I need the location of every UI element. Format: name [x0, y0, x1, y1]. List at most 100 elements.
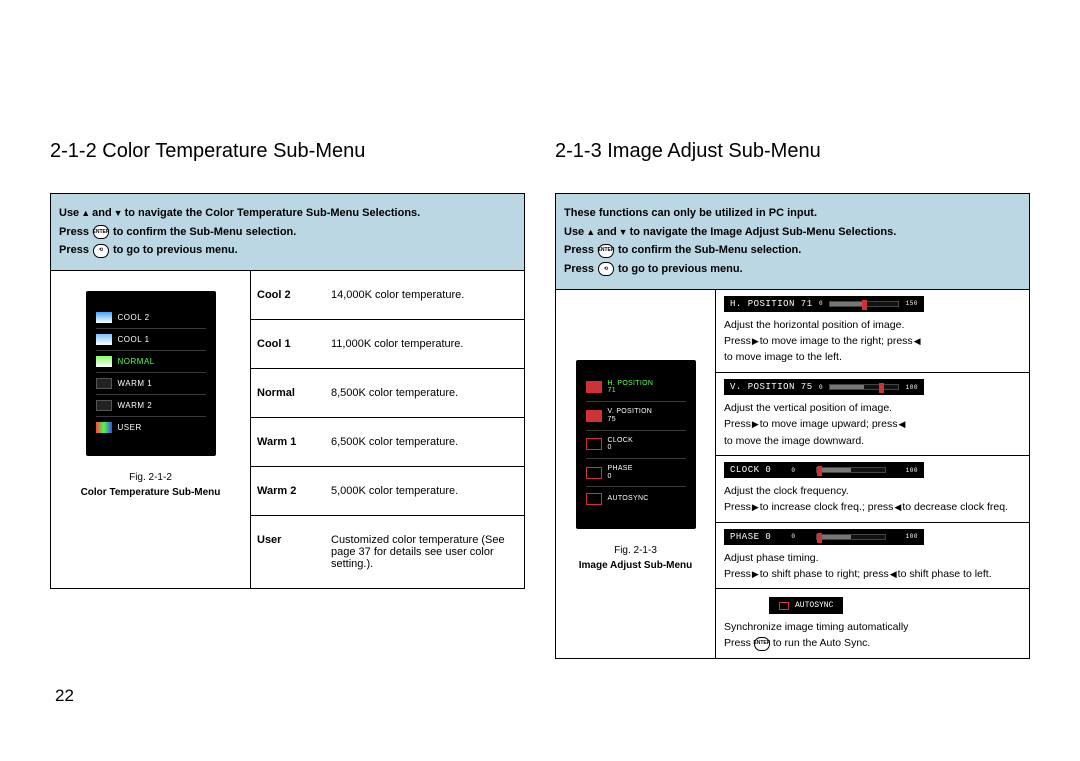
row-desc: 14,000K color temperature.	[329, 271, 524, 319]
heading-color-temp: 2-1-2 Color Temperature Sub-Menu	[50, 140, 525, 163]
detail-text: Synchronize image timing automatically	[724, 620, 1021, 636]
osd-label: PHASE	[608, 465, 633, 473]
table-row: Cool 214,000K color temperature.	[251, 271, 524, 320]
detail-text: to move image to the left.	[724, 350, 842, 366]
right-arrow-icon	[752, 567, 759, 583]
enter-button-icon: ENTER	[598, 244, 614, 258]
detail-text: Adjust the clock frequency.	[724, 484, 1021, 500]
instr-text: to confirm the Sub-Menu selection.	[113, 223, 296, 242]
heading-image-adjust: 2-1-3 Image Adjust Sub-Menu	[555, 140, 1030, 163]
osd-value: 75	[608, 416, 653, 424]
color-swatch-icon	[96, 334, 112, 345]
bar-min: 0	[791, 467, 795, 474]
row-label: Cool 2	[251, 271, 329, 319]
osd-value: 0	[608, 473, 633, 481]
detail-text: to move image upward; press	[760, 417, 898, 433]
instr-text: Use	[564, 223, 584, 242]
bar-label: V. POSITION 75	[730, 382, 813, 392]
left-arrow-icon	[899, 417, 906, 433]
row-label: Warm 1	[251, 418, 329, 466]
osd-value: 0	[608, 444, 634, 452]
color-swatch-icon	[96, 312, 112, 323]
osd-item-autosync: AUTOSYNC	[586, 487, 686, 511]
detail-text: to move image to the right; press	[760, 334, 913, 350]
value-bar-vposition: V. POSITION 75 0 100	[724, 379, 924, 395]
osd-item-user: USER	[96, 417, 206, 438]
row-desc: Customized color temperature (See page 3…	[329, 516, 524, 588]
content-table-color-temp: COOL 2 COOL 1 NORMAL WARM 1	[50, 271, 525, 589]
figure-title: Color Temperature Sub-Menu	[81, 487, 221, 498]
bar-knob	[817, 466, 822, 476]
autosync-label: AUTOSYNC	[795, 601, 833, 610]
osd-label: AUTOSYNC	[608, 495, 649, 503]
table-row: Warm 16,500K color temperature.	[251, 418, 524, 467]
instr-text: to confirm the Sub-Menu selection.	[618, 241, 801, 260]
bar-label: CLOCK 0	[730, 465, 771, 475]
right-arrow-icon	[752, 417, 759, 433]
bar-track	[816, 467, 886, 473]
osd-item-warm1: WARM 1	[96, 373, 206, 395]
down-arrow-icon	[619, 223, 628, 242]
right-arrow-icon	[752, 500, 759, 516]
detail-text: to decrease clock freq.	[902, 500, 1008, 516]
osd-item-cool2: COOL 2	[96, 307, 206, 329]
bar-track	[829, 384, 899, 390]
detail-text: to increase clock freq.; press	[760, 500, 894, 516]
osd-label: USER	[118, 423, 142, 432]
osd-item-clock: CLOCK0	[586, 431, 686, 459]
up-arrow-icon	[586, 223, 595, 242]
osd-label: H. POSITION	[608, 380, 654, 388]
description-table: Cool 214,000K color temperature. Cool 11…	[251, 271, 524, 588]
instr-text: and	[597, 223, 617, 242]
left-arrow-icon	[914, 334, 921, 350]
osd-item-phase: PHASE0	[586, 459, 686, 487]
osd-label: NORMAL	[118, 357, 155, 366]
figure-number: Fig. 2-1-2	[59, 472, 242, 483]
bar-max: 100	[906, 467, 918, 474]
row-desc: 8,500K color temperature.	[329, 369, 524, 417]
slider-icon	[586, 438, 602, 450]
row-label: User	[251, 516, 329, 588]
detail-text: Adjust the vertical position of image.	[724, 401, 1021, 417]
row-desc: 6,500K color temperature.	[329, 418, 524, 466]
up-arrow-icon	[81, 204, 90, 223]
instr-text: to go to previous menu.	[113, 241, 238, 260]
right-arrow-icon	[752, 334, 759, 350]
osd-label: COOL 1	[118, 335, 150, 344]
table-row: Cool 111,000K color temperature.	[251, 320, 524, 369]
detail-text: to move the image downward.	[724, 434, 864, 450]
enter-button-icon: ENTER	[754, 637, 770, 651]
description-column: H. POSITION 71 0 150 Adjust the horizont…	[716, 290, 1029, 658]
osd-menu-image-adjust: H. POSITION71 V. POSITION75 CLOCK0 PHASE…	[576, 360, 696, 530]
instr-text: These functions can only be utilized in …	[564, 204, 817, 223]
row-label: Warm 2	[251, 467, 329, 515]
table-row: Normal8,500K color temperature.	[251, 369, 524, 418]
figure-caption: Fig. 2-1-2 Color Temperature Sub-Menu	[59, 472, 242, 498]
detail-text: Press	[724, 567, 751, 583]
osd-item-normal: NORMAL	[96, 351, 206, 373]
bar-max: 100	[906, 533, 918, 540]
osd-item-warm2: WARM 2	[96, 395, 206, 417]
menu-button-icon: ⟲	[93, 244, 109, 258]
slider-icon	[586, 467, 602, 479]
instructions-color-temp: Use and to navigate the Color Temperatur…	[50, 193, 525, 271]
detail-text: Press	[724, 417, 751, 433]
osd-item-hposition: H. POSITION71	[586, 374, 686, 402]
figure-caption: Fig. 2-1-3 Image Adjust Sub-Menu	[564, 545, 707, 571]
content-table-image-adjust: H. POSITION71 V. POSITION75 CLOCK0 PHASE…	[555, 290, 1030, 659]
instr-text: Use	[59, 204, 79, 223]
instr-text: and	[92, 204, 112, 223]
bar-knob	[862, 300, 867, 310]
bar-track	[829, 301, 899, 307]
bar-knob	[879, 383, 884, 393]
bar-track	[816, 534, 886, 540]
row-desc: 11,000K color temperature.	[329, 320, 524, 368]
left-arrow-icon	[890, 567, 897, 583]
detail-text: Press	[724, 500, 751, 516]
bar-min: 0	[791, 533, 795, 540]
osd-label: CLOCK	[608, 437, 634, 445]
figure-cell: H. POSITION71 V. POSITION75 CLOCK0 PHASE…	[556, 290, 716, 658]
color-swatch-icon	[96, 378, 112, 389]
table-row: Warm 25,000K color temperature.	[251, 467, 524, 516]
detail-phase: PHASE 0 0 100 Adjust phase timing. Press…	[716, 523, 1029, 590]
